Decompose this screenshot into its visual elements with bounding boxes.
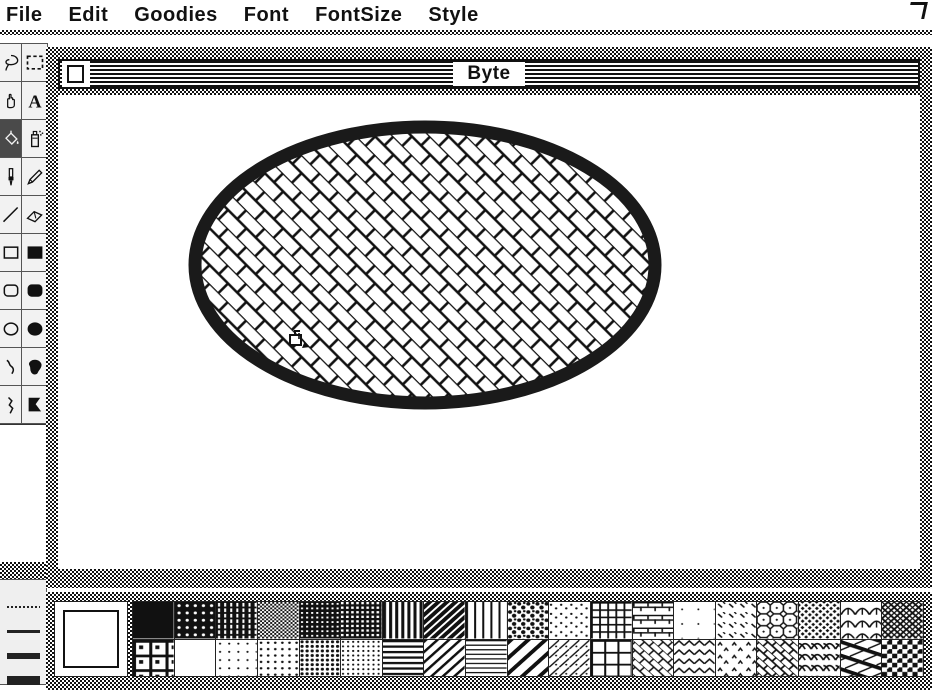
pattern-swatch-scallop-scale[interactable] [799, 639, 840, 676]
tool-lasso[interactable] [0, 43, 22, 82]
pattern-swatch-grid-small[interactable] [590, 602, 632, 639]
pattern-swatch-zigzag-chevron[interactable] [674, 639, 715, 676]
current-pattern-fill [63, 610, 119, 668]
pattern-swatch-dots-sparse-light[interactable] [216, 639, 257, 676]
menu-item-file[interactable]: File [0, 0, 55, 30]
tool-filled-polygon[interactable] [21, 385, 48, 424]
title-bar[interactable]: Byte [58, 59, 920, 89]
tool-rounded-rectangle[interactable] [0, 271, 22, 310]
pattern-swatch-woven-diagonal[interactable] [757, 639, 799, 676]
line-width-dotted[interactable] [7, 606, 40, 608]
tool-palette: A [0, 35, 48, 690]
pattern-swatch-speckle-dark[interactable] [507, 602, 549, 639]
tool-rectangle[interactable] [0, 233, 22, 272]
pattern-swatch-diagonal-stripe-wide[interactable] [507, 639, 549, 676]
tool-grabber-hand[interactable] [0, 81, 22, 120]
pattern-swatch-diagonal-brick[interactable] [632, 639, 674, 676]
tool-filled-oval[interactable] [21, 309, 48, 348]
menu-item-font[interactable]: Font [231, 0, 302, 30]
screen-corner-mark [907, 2, 928, 19]
window-title-text: Byte [453, 62, 525, 86]
svg-text:A: A [28, 91, 42, 110]
pattern-swatch-brick-horizontal[interactable] [632, 602, 674, 639]
tool-spray-can[interactable] [21, 119, 48, 158]
pattern-swatch-window-pane-grid[interactable] [133, 639, 174, 676]
menu-item-style[interactable]: Style [415, 0, 491, 30]
tool-text[interactable]: A [21, 81, 48, 120]
pattern-swatch-horizontal-thin-lines[interactable] [466, 639, 507, 676]
tool-oval[interactable] [0, 309, 22, 348]
tool-filled-freeform-shape[interactable] [21, 347, 48, 386]
pattern-swatch-vertical-lines-white[interactable] [466, 602, 507, 639]
pattern-swatch-dots-sparse-dark[interactable] [174, 602, 216, 639]
menu-bar-underline [0, 30, 932, 35]
pattern-swatch-checker-diamond[interactable] [882, 639, 923, 676]
pattern-swatch-octagon-tile[interactable] [757, 602, 799, 639]
tool-selection-rectangle[interactable] [21, 43, 48, 82]
pattern-swatch-halftone-grid-dark[interactable] [341, 602, 382, 639]
pattern-swatch-halftone-50-dark[interactable] [257, 602, 299, 639]
pattern-swatch-celtic-weave[interactable] [799, 602, 840, 639]
tool-filled-rounded-rectangle[interactable] [21, 271, 48, 310]
pattern-swatch-solid-black[interactable] [133, 602, 174, 639]
pattern-swatch-dot-center-sparse[interactable] [674, 602, 715, 639]
pattern-swatch-chevron-scatter[interactable] [715, 639, 757, 676]
tool-pencil[interactable] [21, 157, 48, 196]
pattern-swatch-grid-rect-large[interactable] [590, 639, 632, 676]
pattern-swatch-dots-scatter-light[interactable] [549, 602, 590, 639]
pattern-swatch-dots-medium-light[interactable] [257, 639, 299, 676]
menu-item-fontsize[interactable]: FontSize [302, 0, 415, 30]
pattern-swatch-diagonal-dot-light[interactable] [549, 639, 590, 676]
oval-shape[interactable] [188, 120, 662, 410]
tool-eraser[interactable] [21, 195, 48, 234]
pattern-swatch-dots-grid-light[interactable] [341, 639, 382, 676]
pattern-grid [132, 601, 924, 677]
current-pattern-swatch[interactable] [54, 601, 128, 677]
window-title: Byte [60, 61, 918, 87]
tool-grid: A [0, 43, 48, 425]
pattern-swatch-horizontal-lines[interactable] [382, 639, 424, 676]
tool-polygon[interactable] [0, 385, 22, 424]
pattern-swatch-dash-diagonal[interactable] [715, 602, 757, 639]
pattern-swatch-diamond-lattice[interactable] [882, 602, 923, 639]
line-width-selector[interactable] [0, 579, 47, 685]
tool-paint-brush[interactable] [0, 157, 22, 196]
document-window: Byte [46, 47, 932, 588]
menu-bar: File Edit Goodies Font FontSize Style [0, 0, 932, 33]
pattern-swatch-dots-vertical-dark[interactable] [216, 602, 257, 639]
pattern-swatch-dots-dense-light[interactable] [299, 639, 341, 676]
pattern-swatch-diagonal-lines-light[interactable] [424, 639, 466, 676]
macpaint-screen: File Edit Goodies Font FontSize Style A … [0, 0, 932, 690]
palette-separator [0, 562, 48, 579]
tool-line[interactable] [0, 195, 22, 234]
drawing-canvas[interactable] [58, 95, 920, 569]
canvas-artwork [188, 120, 662, 410]
pattern-swatch-dots-fine-dark[interactable] [299, 602, 341, 639]
pattern-swatch-fan-tile[interactable] [840, 602, 882, 639]
tool-freeform-shape[interactable] [0, 347, 22, 386]
line-width-thick[interactable] [7, 676, 40, 685]
line-width-medium[interactable] [7, 653, 40, 659]
pattern-swatch-diagonal-band[interactable] [840, 639, 882, 676]
tool-filled-rectangle[interactable] [21, 233, 48, 272]
pattern-swatch-solid-white[interactable] [174, 639, 216, 676]
menu-item-edit[interactable]: Edit [55, 0, 121, 30]
pattern-palette [46, 592, 932, 690]
menu-item-goodies[interactable]: Goodies [121, 0, 231, 30]
pattern-swatch-vertical-lines-thick[interactable] [382, 602, 424, 639]
pattern-swatch-diagonal-lines-dark[interactable] [424, 602, 466, 639]
line-width-thin[interactable] [7, 630, 40, 633]
tool-paint-bucket[interactable] [0, 119, 22, 158]
